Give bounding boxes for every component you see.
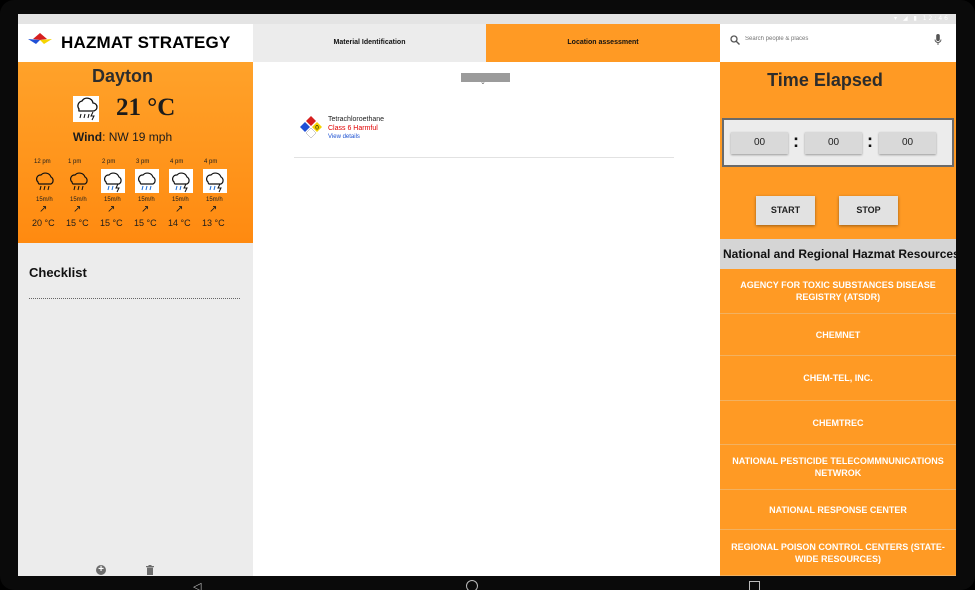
cloud-rain-icon (101, 169, 125, 193)
wind-label: Wind (72, 130, 103, 144)
resource-item-pesticide[interactable]: NATIONAL PESTICIDE TELECOMMNUNICATIONS N… (720, 445, 956, 490)
cloud-rain-icon (135, 169, 159, 193)
resource-item-chem-tel[interactable]: CHEM-TEL, INC. (720, 356, 956, 401)
search-input[interactable] (745, 33, 925, 45)
timer-seconds: 00 (879, 132, 936, 154)
hourly-item: 2 pm 15m/h ↗ 15 °C (98, 159, 132, 239)
weather-city: Dayton (91, 66, 153, 86)
resource-item-national-response-center[interactable]: NATIONAL RESPONSE CENTER (720, 490, 956, 530)
tab-bar: Material Identification Location assessm… (253, 24, 720, 62)
hour-wind-speed: 15m/h (206, 197, 223, 203)
view-details-link[interactable]: View details (328, 134, 360, 140)
hourly-item: 4 pm 15m/h ↗ 14 °C (166, 159, 200, 239)
status-bar: ▾ ◢ ▮ 12:46 (18, 14, 956, 24)
timer-separator: : (867, 131, 873, 151)
timer-display: 00 : 00 : 00 (722, 118, 954, 167)
hour-temperature: 15 °C (66, 218, 89, 228)
material-panel: ⌄ 0 Tetrachloroethane Class 6 Harmful Vi… (253, 62, 720, 576)
status-time: 12:46 (922, 15, 950, 22)
hour-temperature: 14 °C (168, 218, 191, 228)
resources-title: National and Regional Hazmat Resources (720, 239, 956, 269)
app-title: HAZMAT STRATEGY (61, 33, 231, 52)
app-screen: ▾ ◢ ▮ 12:46 HAZMAT STRATEGY Dayton 21 °C… (18, 14, 956, 576)
timer-separator: : (793, 131, 799, 151)
wind-direction-arrow-icon: ↗ (209, 204, 218, 215)
material-name: Tetrachloroethane (328, 116, 385, 123)
weather-card: Dayton 21 °C Wind: NW 19 mph 12 pm 15m/h (18, 62, 253, 243)
cloud-rain-icon (36, 172, 54, 191)
left-pane: HAZMAT STRATEGY Dayton 21 °C Wind: NW 19… (18, 24, 253, 576)
hourly-item: 3 pm 15m/h ↗ 15 °C (132, 159, 166, 239)
hourly-item: 4 pm 15m/h ↗ 13 °C (200, 159, 234, 239)
hour-time: 4 pm (170, 159, 184, 165)
hour-temperature: 15 °C (134, 218, 157, 228)
wind-direction-arrow-icon: ↗ (175, 204, 184, 215)
tab-material-identification[interactable]: Material Identification (253, 24, 486, 62)
resource-item-poison-control[interactable]: REGIONAL POISON CONTROL CENTERS (STATE-W… (720, 530, 956, 576)
recent-apps-icon[interactable] (749, 581, 760, 590)
list-divider (294, 157, 674, 158)
hour-wind-speed: 15m/h (172, 197, 189, 203)
add-checklist-item-icon[interactable]: + (96, 565, 106, 575)
search-icon[interactable] (730, 35, 740, 45)
hour-wind-speed: 15m/h (36, 197, 53, 203)
stop-button[interactable]: STOP (839, 196, 898, 225)
wind-direction-arrow-icon: ↗ (141, 204, 150, 215)
hour-time: 4 pm (204, 159, 218, 165)
trash-icon[interactable] (146, 565, 154, 575)
resource-item-atsdr[interactable]: AGENCY FOR TOXIC SUBSTANCES DISEASE REGI… (720, 269, 956, 314)
checklist-divider (29, 298, 240, 299)
hourly-forecast: 12 pm 15m/h ↗ 20 °C 1 pm 15m/h ↗ 15 °C 2… (30, 159, 240, 239)
start-button[interactable]: START (756, 196, 815, 225)
timer-minutes: 00 (805, 132, 862, 154)
hour-temperature: 15 °C (100, 218, 123, 228)
hour-wind-speed: 15m/h (138, 197, 155, 203)
hour-temperature: 20 °C (32, 218, 55, 228)
wind-readout: Wind: NW 19 mph (18, 130, 227, 144)
nfpa-reactivity-value: 0 (315, 125, 319, 132)
tab-location-assessment[interactable]: Location assessment (486, 24, 720, 62)
android-nav-bar: ◁ (18, 576, 956, 590)
wind-direction-arrow-icon: ↗ (107, 204, 116, 215)
tablet-frame: ▾ ◢ ▮ 12:46 HAZMAT STRATEGY Dayton 21 °C… (0, 0, 975, 590)
brand-bar: HAZMAT STRATEGY (18, 24, 253, 62)
material-hazard-class: Class 6 Harmful (328, 125, 378, 132)
wind-direction-arrow-icon: ↗ (73, 204, 82, 215)
cloud-rain-icon (169, 169, 193, 193)
hazmat-logo-icon (28, 33, 52, 44)
resource-item-chemtrec[interactable]: CHEMTREC (720, 401, 956, 445)
search-bar (720, 24, 956, 62)
hour-time: 12 pm (34, 159, 51, 165)
chevron-down-icon[interactable]: ⌄ (480, 78, 486, 86)
nfpa-diamond-icon: 0 (300, 116, 322, 139)
hour-wind-speed: 15m/h (70, 197, 87, 203)
back-icon[interactable]: ◁ (193, 580, 201, 590)
hour-time: 3 pm (136, 159, 150, 165)
hour-temperature: 13 °C (202, 218, 225, 228)
resource-item-chemnet[interactable]: CHEMNET (720, 314, 956, 356)
hourly-item: 12 pm 15m/h ↗ 20 °C (30, 159, 64, 239)
hour-time: 1 pm (68, 159, 82, 165)
status-icons: ▾ ◢ ▮ 12:46 (894, 15, 950, 22)
microphone-icon[interactable] (934, 34, 942, 46)
hour-time: 2 pm (102, 159, 116, 165)
cloud-rain-icon (70, 172, 88, 191)
right-pane: Time Elapsed 00 : 00 : 00 START STOP Nat… (720, 62, 956, 576)
hour-wind-speed: 15m/h (104, 197, 121, 203)
checklist-title: Checklist (29, 265, 87, 280)
timer-hours: 00 (731, 132, 788, 154)
timer-title: Time Elapsed (767, 70, 883, 90)
wind-value: : NW 19 mph (102, 130, 173, 144)
wind-direction-arrow-icon: ↗ (39, 204, 48, 215)
current-temperature: 21 °C (116, 94, 176, 121)
material-list-item[interactable]: 0 Tetrachloroethane Class 6 Harmful View… (299, 115, 419, 145)
cloud-rain-icon (203, 169, 227, 193)
cloud-rain-icon (73, 96, 99, 122)
home-icon[interactable] (466, 580, 478, 590)
hourly-item: 1 pm 15m/h ↗ 15 °C (64, 159, 98, 239)
